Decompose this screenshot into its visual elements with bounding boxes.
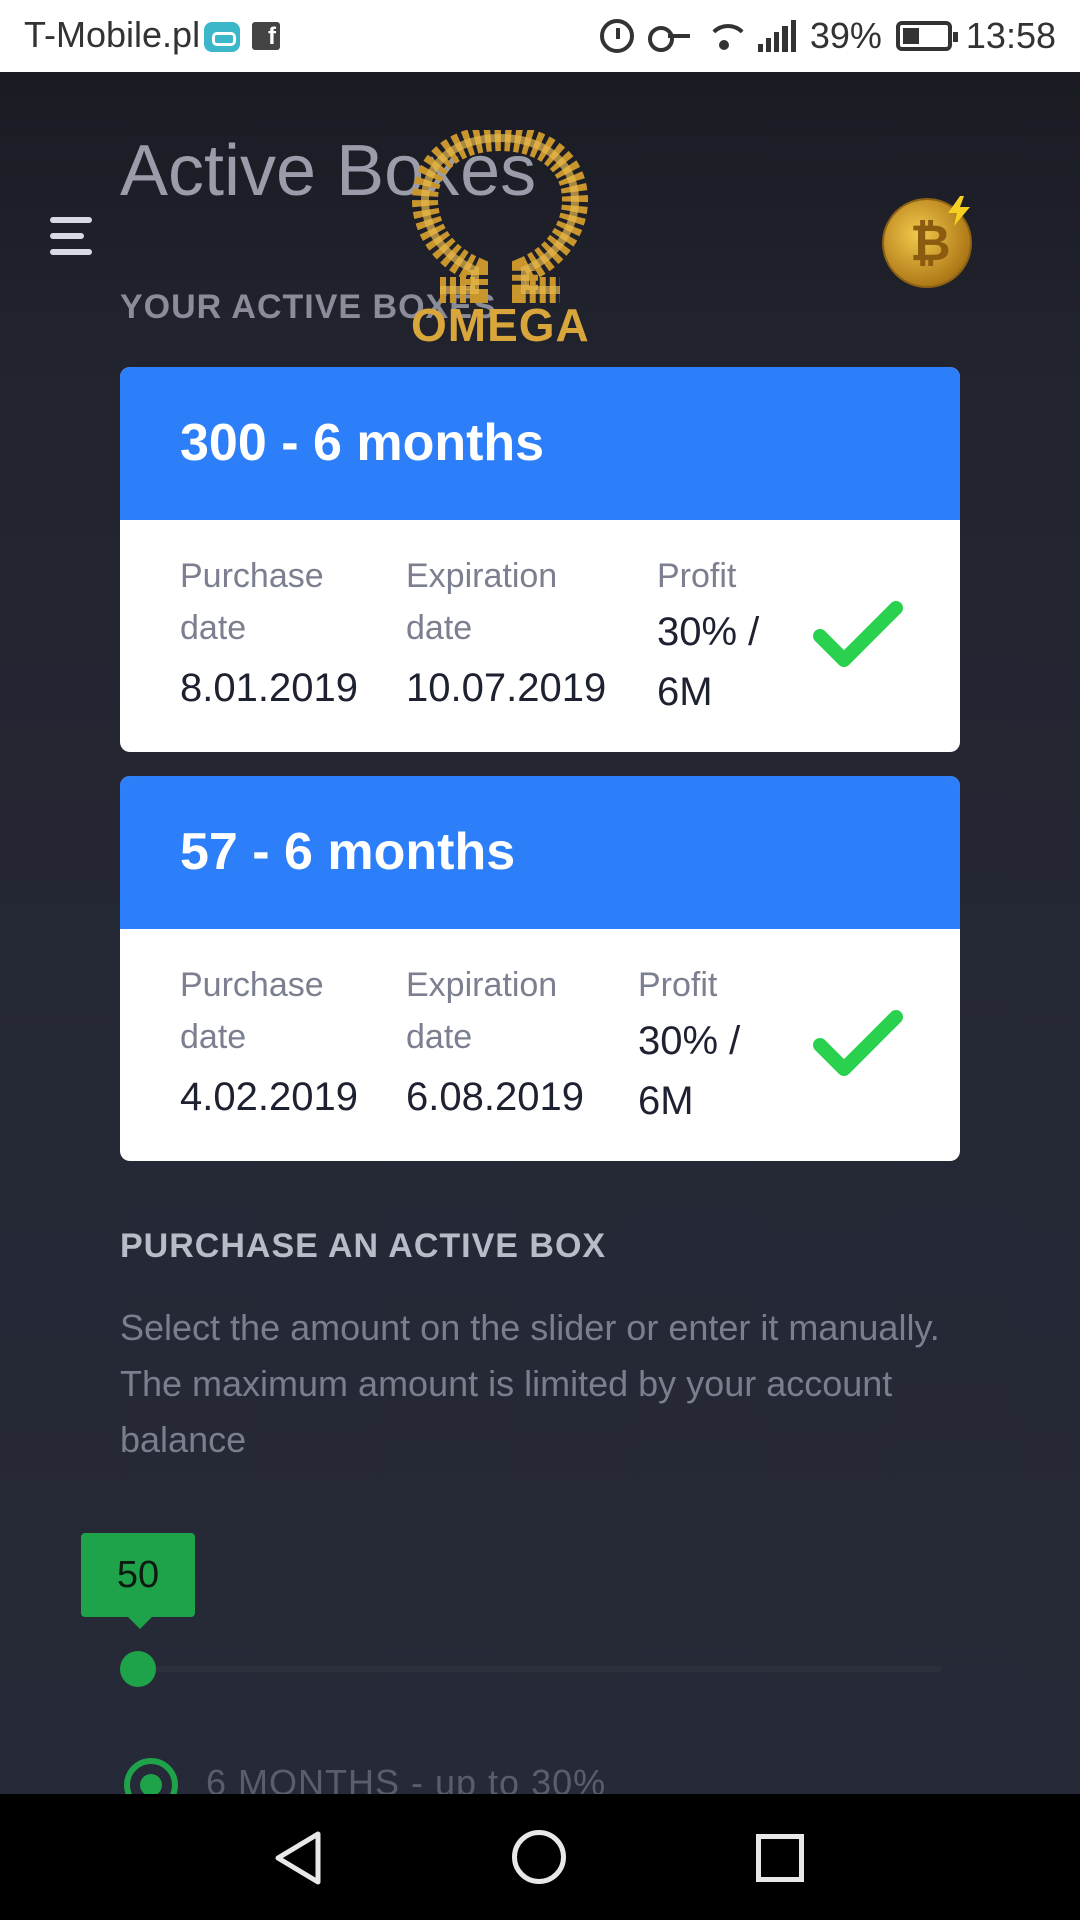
status-icons: 39% 13:58 (599, 14, 1056, 58)
purchase-date-value: 4.02.2019 (180, 1075, 358, 1119)
status-bar: T-Mobile.pl f 39% 13:58 (0, 0, 1080, 72)
menu-icon-bar (50, 217, 92, 223)
battery-icon (895, 21, 958, 51)
navigation-bar (0, 1794, 1080, 1920)
box-title: 57 - 6 months (120, 776, 960, 929)
checkmark-icon (813, 1010, 903, 1076)
back-icon[interactable] (270, 1830, 326, 1886)
battery-percent: 39% (809, 15, 882, 56)
box-title: 300 - 6 months (120, 367, 960, 520)
avatar[interactable]: ₿ (882, 196, 972, 288)
purchase-heading: PURCHASE AN ACTIVE BOX (120, 1227, 607, 1265)
purchase-date-label: date (180, 609, 247, 647)
expiration-date-label: Expiration (406, 557, 558, 595)
profit-label: Profit (638, 966, 718, 1004)
expiration-date-column: Expiration date 6.08.2019 (406, 959, 584, 1125)
lightning-icon (948, 196, 970, 226)
profit-column: Profit 30% / 6M (657, 550, 759, 722)
purchase-description: Select the amount on the slider or enter… (120, 1307, 940, 1460)
menu-button[interactable] (50, 217, 94, 257)
profit-value: 30% / (638, 1019, 741, 1063)
purchase-date-column: Purchase date 4.02.2019 (180, 959, 358, 1125)
purchase-date-value: 8.01.2019 (180, 666, 358, 710)
box-details: Purchase date 4.02.2019 Expiration date … (120, 929, 960, 1161)
bitcoin-icon: ₿ (910, 215, 951, 271)
menu-icon-bar (50, 249, 92, 255)
app-content[interactable]: Active Boxes YOUR ACTIVE BOXES OMEGA ₿ 3… (0, 72, 1080, 1794)
amount-slider-thumb[interactable] (120, 1651, 156, 1687)
purchase-date-column: Purchase date 8.01.2019 (180, 550, 358, 716)
facebook-icon: f (252, 22, 280, 50)
home-icon[interactable] (512, 1830, 566, 1884)
box-details: Purchase date 8.01.2019 Expiration date … (120, 520, 960, 752)
expiration-date-value: 10.07.2019 (406, 666, 607, 710)
active-box-card[interactable]: 300 - 6 months Purchase date 8.01.2019 E… (120, 367, 960, 752)
wifi-icon (704, 20, 750, 52)
active-box-card[interactable]: 57 - 6 months Purchase date 4.02.2019 Ex… (120, 776, 960, 1161)
expiration-date-column: Expiration date 10.07.2019 (406, 550, 606, 716)
expiration-date-value: 6.08.2019 (406, 1075, 584, 1119)
expiration-date-label: date (406, 609, 473, 647)
expiration-date-label: date (406, 1018, 473, 1056)
carrier-label: T-Mobile.pl (24, 14, 201, 55)
purchase-date-label: date (180, 1018, 247, 1056)
expiration-date-label: Expiration (406, 966, 558, 1004)
omega-logo-icon (411, 124, 589, 303)
option-radio-6-months[interactable] (124, 1758, 178, 1794)
profit-value: 6M (657, 670, 713, 714)
checkmark-icon (813, 601, 903, 667)
amount-slider-track[interactable] (120, 1666, 942, 1672)
purchase-date-label: Purchase (180, 557, 324, 595)
recent-apps-icon[interactable] (756, 1834, 804, 1882)
clock: 13:58 (965, 15, 1056, 56)
omega-logo: OMEGA (405, 124, 595, 351)
option-label-6-months: 6 MONTHS - up to 30% (206, 1762, 607, 1794)
signal-icon (757, 20, 796, 52)
menu-icon-bar (50, 233, 84, 239)
vpn-key-icon (204, 22, 240, 52)
profit-label: Profit (657, 557, 737, 595)
profit-value: 6M (638, 1079, 694, 1123)
purchase-date-label: Purchase (180, 966, 324, 1004)
slider-value-tooltip: 50 (81, 1533, 195, 1629)
profit-value: 30% / (657, 610, 760, 654)
profit-column: Profit 30% / 6M (638, 959, 740, 1131)
alarm-icon (599, 19, 634, 53)
key-icon (647, 24, 690, 52)
logo-wordmark: OMEGA (411, 299, 590, 351)
